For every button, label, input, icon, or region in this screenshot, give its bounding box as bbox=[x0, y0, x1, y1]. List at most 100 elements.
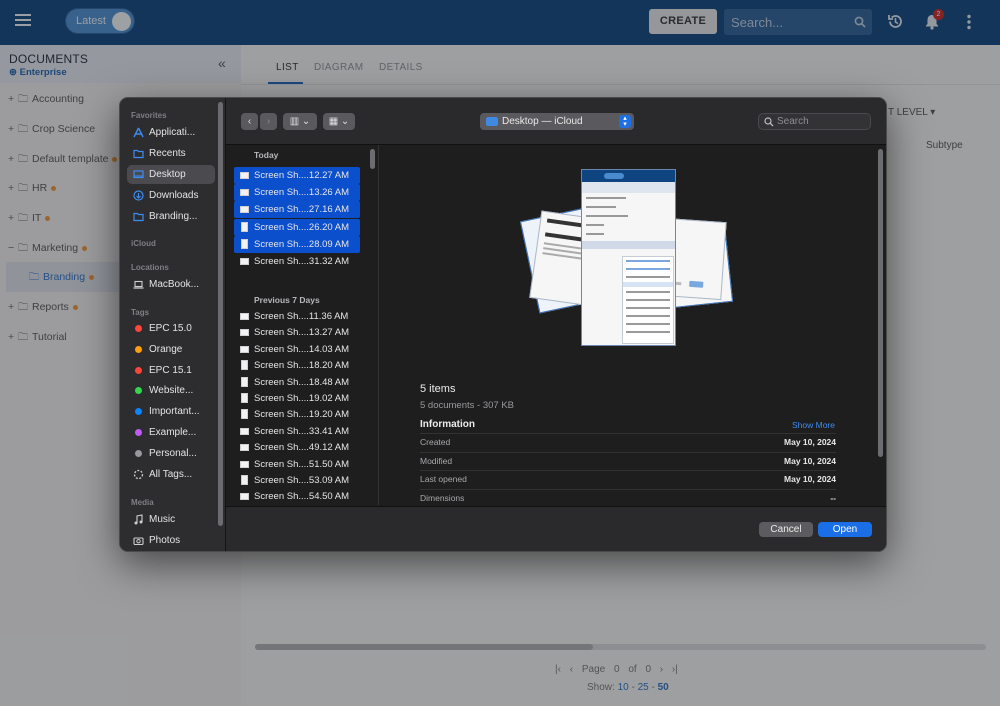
preview-thumbnail-main bbox=[581, 169, 676, 346]
file-thumbnail-icon bbox=[241, 376, 248, 387]
group-button[interactable]: ▦ ⌄ bbox=[323, 113, 355, 130]
sidebar-item-label: Music bbox=[149, 514, 176, 525]
dialog-footer: Cancel Open bbox=[226, 506, 886, 551]
sidebar-item-recents[interactable]: Recents bbox=[127, 144, 215, 163]
file-row[interactable]: Screen Sh....49.12 AM bbox=[234, 439, 360, 456]
sidebar-item-downloads[interactable]: Downloads bbox=[127, 186, 215, 205]
dialog-search-field bbox=[758, 113, 871, 130]
file-thumbnail-icon bbox=[240, 493, 249, 501]
file-row[interactable]: Screen Sh....19.20 AM bbox=[234, 406, 360, 423]
info-row-value: May 10, 2024 bbox=[784, 437, 836, 447]
file-thumbnail-icon bbox=[240, 444, 249, 452]
info-row-divider bbox=[420, 470, 836, 472]
sidebar-item-label: Downloads bbox=[149, 190, 199, 201]
folder-icon bbox=[486, 117, 498, 126]
file-row[interactable]: Screen Sh....12.27 AM bbox=[234, 167, 360, 184]
file-thumbnail-icon bbox=[241, 238, 248, 249]
column-view-button[interactable]: ▥ ⌄ bbox=[283, 113, 317, 130]
file-row[interactable]: Screen Sh....53.09 AM bbox=[234, 472, 360, 489]
chevron-left-icon: ‹ bbox=[247, 116, 252, 127]
open-button[interactable]: Open bbox=[818, 522, 872, 537]
grid-icon: ▦ ⌄ bbox=[328, 116, 350, 127]
file-name: Screen Sh....19.20 AM bbox=[254, 409, 350, 421]
file-row[interactable]: Screen Sh....51.50 AM bbox=[234, 456, 360, 473]
file-row[interactable]: Screen Sh....11.36 AM bbox=[234, 308, 360, 325]
applications-icon bbox=[133, 127, 144, 138]
sidebar-tag-item[interactable]: Example... bbox=[127, 423, 215, 442]
info-row-label: Modified bbox=[420, 455, 453, 466]
file-name: Screen Sh....53.09 AM bbox=[254, 475, 350, 486]
file-row[interactable]: Screen Sh....13.27 AM bbox=[234, 324, 360, 341]
sidebar-tag-item[interactable]: EPC 15.1 bbox=[127, 361, 215, 380]
desktop-icon bbox=[133, 170, 144, 179]
tag-color-dot bbox=[135, 429, 142, 436]
cancel-button[interactable]: Cancel bbox=[759, 522, 813, 537]
sidebar-scrollbar[interactable] bbox=[218, 102, 223, 526]
file-thumbnail-icon bbox=[240, 329, 249, 337]
file-row[interactable]: Screen Sh....54.50 AM bbox=[234, 488, 360, 505]
camera-icon bbox=[133, 537, 144, 546]
locations-heading: Locations bbox=[131, 263, 169, 272]
file-name: Screen Sh....13.27 AM bbox=[254, 327, 350, 339]
file-name: Screen Sh....18.48 AM bbox=[254, 376, 350, 388]
favorites-heading: Favorites bbox=[131, 111, 167, 120]
file-row[interactable]: Screen Sh....19.02 AM bbox=[234, 390, 360, 407]
sidebar-item-desktop[interactable]: Desktop bbox=[127, 165, 215, 184]
file-row[interactable]: Screen Sh....33.41 AM bbox=[234, 423, 360, 440]
sidebar-tag-item[interactable]: Important... bbox=[127, 402, 215, 421]
show-more-link[interactable]: Show More bbox=[792, 420, 835, 430]
dialog-sidebar: Favorites Applicati... Recents Desktop D… bbox=[120, 98, 226, 551]
file-row[interactable]: Screen Sh....26.20 AM bbox=[234, 218, 360, 236]
sidebar-tag-item[interactable]: EPC 15.0 bbox=[127, 319, 215, 338]
music-icon bbox=[134, 514, 143, 525]
tag-label: Personal... bbox=[149, 447, 197, 459]
sidebar-item-photos[interactable]: Photos bbox=[127, 531, 215, 550]
file-row[interactable]: Screen Sh....27.16 AM bbox=[234, 201, 360, 219]
tag-label: Website... bbox=[149, 385, 194, 397]
info-row-divider bbox=[420, 433, 836, 434]
file-name: Screen Sh....13.26 AM bbox=[254, 187, 350, 199]
sidebar-tag-item[interactable]: Website... bbox=[127, 381, 215, 400]
dialog-search-input[interactable] bbox=[777, 114, 867, 129]
file-list-column: Today Screen Sh....12.27 AM Screen Sh....… bbox=[226, 145, 378, 505]
sidebar-tag-item[interactable]: Personal... bbox=[127, 444, 215, 463]
tag-color-dot bbox=[135, 387, 142, 395]
file-row[interactable]: Screen Sh....28.09 AM bbox=[234, 235, 360, 253]
sidebar-item-applications[interactable]: Applicati... bbox=[127, 123, 215, 142]
tag-color-dot bbox=[135, 408, 142, 416]
file-name: Screen Sh....51.50 AM bbox=[254, 458, 350, 470]
preview-scrollbar[interactable] bbox=[878, 149, 883, 457]
file-name: Screen Sh....18.20 AM bbox=[254, 360, 350, 372]
file-row[interactable]: Screen Sh....13.26 AM bbox=[234, 184, 360, 202]
back-button[interactable]: ‹ bbox=[241, 113, 258, 130]
location-label: Desktop — iCloud bbox=[502, 116, 583, 127]
folder-icon bbox=[133, 149, 144, 159]
sidebar-tag-item[interactable]: Orange bbox=[127, 340, 215, 359]
file-row[interactable]: Screen Sh....14.03 AM bbox=[234, 341, 360, 358]
file-thumbnail-icon bbox=[240, 345, 249, 353]
forward-button[interactable]: › bbox=[260, 113, 277, 130]
tag-color-dot bbox=[135, 366, 142, 374]
items-count: 5 items bbox=[420, 383, 456, 395]
sidebar-item-macbook[interactable]: MacBook... bbox=[127, 275, 215, 294]
sidebar-tag-item[interactable]: All Tags... bbox=[127, 465, 215, 484]
file-name: Screen Sh....19.02 AM bbox=[254, 393, 350, 404]
columns-icon: ▥ ⌄ bbox=[289, 116, 311, 127]
file-row[interactable]: Screen Sh....18.48 AM bbox=[234, 374, 360, 391]
sidebar-item-music[interactable]: Music bbox=[127, 510, 215, 529]
download-icon bbox=[133, 190, 144, 201]
file-row[interactable]: Screen Sh....18.20 AM bbox=[234, 357, 360, 374]
file-thumbnail-icon bbox=[240, 189, 249, 197]
sidebar-item-branding[interactable]: Branding... bbox=[127, 207, 215, 226]
file-thumbnail-icon bbox=[240, 460, 249, 468]
info-row-label: Dimensions bbox=[420, 492, 465, 503]
tag-label: Orange bbox=[149, 343, 183, 355]
file-name: Screen Sh....11.36 AM bbox=[254, 311, 349, 322]
file-name: Screen Sh....31.32 AM bbox=[254, 256, 350, 267]
file-list-scrollbar[interactable] bbox=[370, 149, 375, 169]
file-name: Screen Sh....14.03 AM bbox=[254, 343, 350, 355]
stepper-arrows-icon: ▴ ▾ bbox=[619, 115, 631, 128]
location-popup[interactable]: Desktop — iCloud ▴ ▾ bbox=[480, 113, 634, 130]
information-heading: Information bbox=[420, 419, 475, 430]
file-row[interactable]: Screen Sh....31.32 AM bbox=[234, 253, 360, 270]
